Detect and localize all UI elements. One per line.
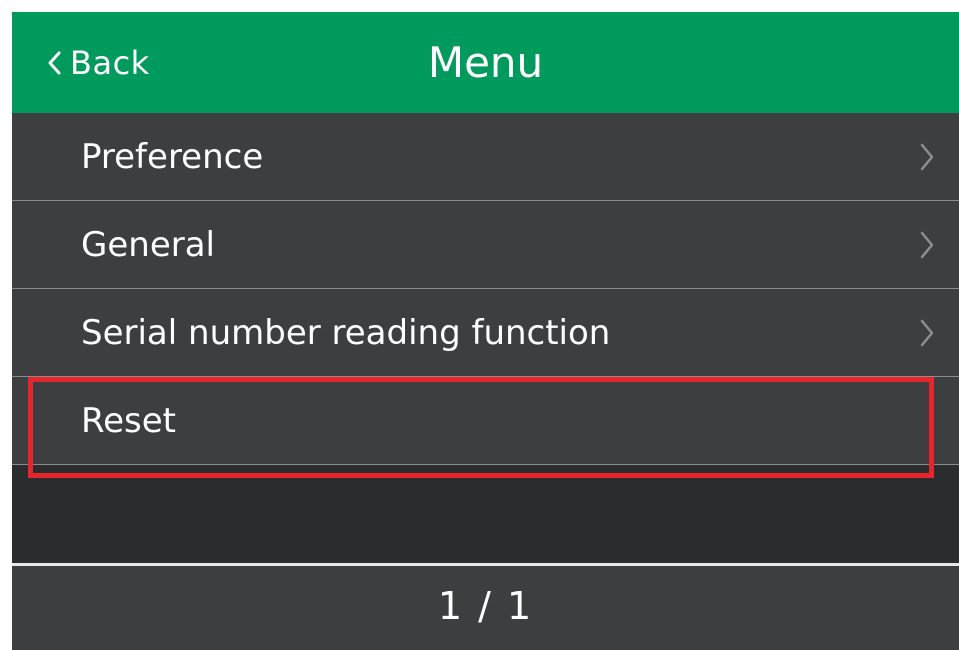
footer-bar: 1 / 1 [12,566,959,650]
chevron-right-icon [920,319,934,347]
device-screen: Back Menu Preference General Serial numb… [12,12,959,650]
menu-item-label: Serial number reading function [81,313,611,353]
menu-item-reset[interactable]: Reset [12,377,959,465]
header-bar: Back Menu [12,12,959,113]
chevron-right-icon [920,143,934,171]
menu-item-serial-number-reading[interactable]: Serial number reading function [12,289,959,377]
top-margin [0,0,959,12]
page-indicator: 1 / 1 [437,584,534,628]
chevron-right-icon [920,231,934,259]
menu-item-label: General [81,225,215,265]
page-title: Menu [427,38,544,87]
menu-item-label: Preference [81,137,264,177]
menu-item-label: Reset [81,401,176,441]
empty-list-area [12,482,959,563]
menu-list: Preference General Serial number reading… [12,113,959,465]
left-margin [0,0,12,650]
menu-item-general[interactable]: General [12,201,959,289]
menu-item-preference[interactable]: Preference [12,113,959,201]
